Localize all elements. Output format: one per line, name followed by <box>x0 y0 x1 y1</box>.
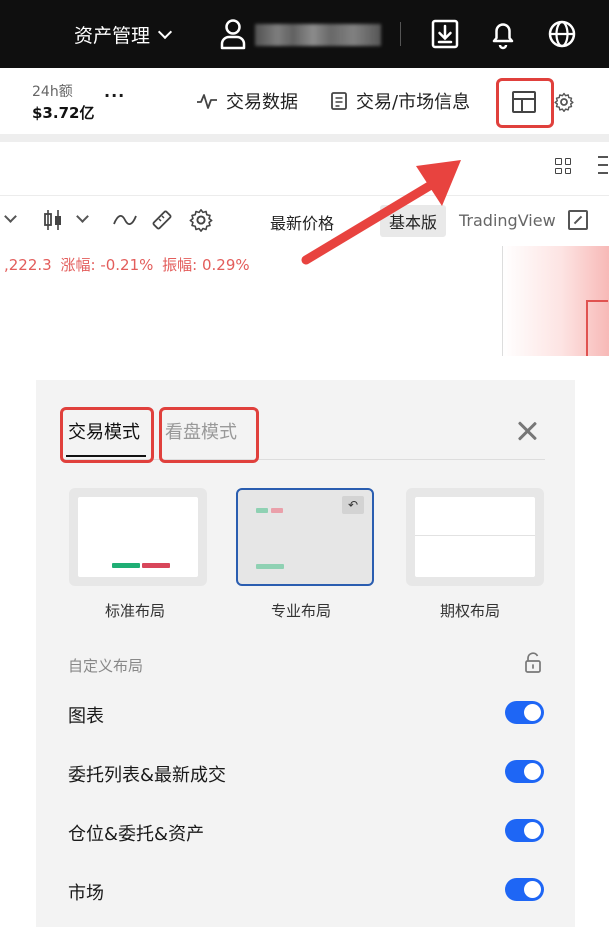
expand-icon[interactable] <box>568 210 588 230</box>
layout-label-standard: 标准布局 <box>104 602 165 620</box>
change-value: 涨幅: -0.21% <box>60 256 154 274</box>
gear-icon[interactable] <box>189 208 213 232</box>
sell-bar <box>271 508 283 513</box>
asset-management-label: 资产管理 <box>74 24 151 47</box>
unlock-icon[interactable] <box>524 652 542 674</box>
toggle-label-market: 市场 <box>68 883 104 904</box>
layout-card-standard[interactable] <box>69 488 207 586</box>
chevron-down-icon[interactable] <box>76 210 89 223</box>
layout-card-options[interactable] <box>406 488 544 586</box>
toggle-label-orders-trades: 委托列表&最新成交 <box>68 765 227 786</box>
toggle-orders-trades[interactable] <box>505 760 544 783</box>
price-value: ,222.3 <box>4 256 52 274</box>
trade-data-label: 交易数据 <box>226 92 298 113</box>
buy-bar <box>112 563 140 568</box>
market-info-link[interactable]: 交易/市场信息 <box>330 88 470 114</box>
buy-bar <box>256 564 284 569</box>
gear-icon[interactable] <box>554 92 574 112</box>
volume-label: 24h额 <box>32 84 73 100</box>
chart-info-line: ,222.3 涨幅: -0.21% 振幅: 0.29% <box>4 254 250 275</box>
trade-mode-highlight <box>60 407 154 463</box>
latest-price-select[interactable]: 最新价格 <box>270 210 334 234</box>
globe-icon[interactable] <box>547 18 577 50</box>
tradingview-button[interactable]: TradingView <box>459 211 556 230</box>
custom-layout-label: 自定义布局 <box>68 657 144 675</box>
depth-line <box>586 300 608 356</box>
layout-label-options: 期权布局 <box>439 602 500 620</box>
candlestick-icon[interactable] <box>42 208 64 232</box>
layout-card-pro[interactable]: ↶ <box>236 488 374 586</box>
bell-icon[interactable] <box>488 18 518 50</box>
download-icon[interactable] <box>430 18 460 50</box>
market-info-label: 交易/市场信息 <box>356 92 471 113</box>
grid-view-icon[interactable] <box>555 158 571 174</box>
chevron-down-icon <box>157 24 173 39</box>
chart-header-row <box>0 142 609 196</box>
volume-value: $3.72亿 <box>32 104 95 122</box>
toggle-chart[interactable] <box>505 701 544 724</box>
layout-button-highlight <box>496 78 554 128</box>
ruler-icon[interactable] <box>150 208 174 232</box>
top-bar: 资产管理 <box>0 0 609 68</box>
section-divider <box>0 134 609 142</box>
toggle-positions-assets[interactable] <box>505 819 544 842</box>
menu-lines-icon[interactable] <box>598 156 608 178</box>
amplitude-value: 振幅: 0.29% <box>162 256 250 274</box>
undo-icon[interactable]: ↶ <box>342 496 364 514</box>
toggle-label-positions-assets: 仓位&委托&资产 <box>68 824 205 845</box>
separator <box>400 22 401 46</box>
user-icon[interactable] <box>220 18 246 50</box>
trade-data-link[interactable]: 交易数据 <box>196 88 298 114</box>
sell-bar <box>142 563 170 568</box>
chevron-down-icon[interactable] <box>4 210 17 223</box>
layout-label-pro: 专业布局 <box>270 602 331 620</box>
toggle-label-chart: 图表 <box>68 706 104 727</box>
more-button[interactable]: ··· <box>104 86 125 105</box>
basic-view-button[interactable]: 基本版 <box>380 205 446 237</box>
view-mode-highlight <box>159 407 259 463</box>
close-icon[interactable] <box>515 419 539 443</box>
line-chart-icon[interactable] <box>113 210 137 230</box>
asset-management-menu[interactable]: 资产管理 <box>74 20 173 48</box>
blurred-username <box>255 24 381 46</box>
buy-bar <box>256 508 268 513</box>
document-icon <box>331 92 347 110</box>
pulse-icon <box>197 94 217 109</box>
toggle-market[interactable] <box>505 878 544 901</box>
